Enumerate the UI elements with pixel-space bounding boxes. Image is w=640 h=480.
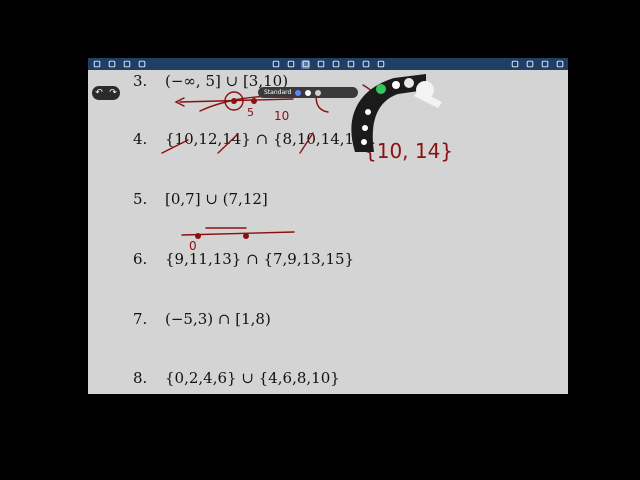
undo-icon[interactable]: ↶: [95, 88, 103, 98]
pen-color-blue[interactable]: [295, 89, 302, 96]
lasso-tool-icon[interactable]: [365, 109, 371, 115]
grid-icon[interactable]: [540, 60, 549, 69]
top-toolbar: [88, 58, 568, 70]
pen-color-gray[interactable]: [315, 89, 322, 96]
radial-tool-palette[interactable]: [330, 70, 450, 160]
undo-redo-pill: ↶ ↷: [92, 86, 120, 100]
redo-icon[interactable]: ↷: [109, 88, 117, 98]
eraser-tool-icon[interactable]: [362, 125, 368, 131]
highlighter-icon[interactable]: [301, 59, 310, 69]
toolbar-left-group: [88, 60, 150, 69]
worksheet-page[interactable]: 3. (−∞, 5] ∪ [3,10) 4. {10,12,14} ∩ {8,1…: [88, 70, 568, 394]
point-7-dot: [243, 233, 249, 239]
pen-style-label[interactable]: Standard: [264, 89, 291, 96]
strike-mark-4a: [161, 139, 189, 154]
toolbar-right-group: [506, 60, 568, 69]
pen-tool-icon[interactable]: [376, 84, 386, 94]
point-5-dot: [231, 98, 237, 104]
shapes-tool-icon[interactable]: [361, 139, 367, 145]
add-page-icon[interactable]: [525, 60, 534, 69]
image-icon[interactable]: [361, 60, 370, 69]
white-swatch-icon[interactable]: [392, 81, 400, 89]
eraser-icon[interactable]: [316, 60, 325, 69]
pen-icon[interactable]: [286, 60, 295, 69]
notes-app-window: 3. (−∞, 5] ∪ [3,10) 4. {10,12,14} ∩ {8,1…: [88, 58, 568, 394]
toolbar-tool-group: [267, 59, 389, 69]
export-icon[interactable]: [510, 60, 519, 69]
search-icon[interactable]: [107, 60, 116, 69]
handwritten-ink-layer: 10 5 0 {10, 14}: [161, 84, 453, 253]
strike-mark-4b: [217, 133, 239, 154]
sidebar-icon[interactable]: [92, 60, 101, 69]
lasso-icon[interactable]: [331, 60, 340, 69]
ink-label-10: 10: [274, 109, 289, 123]
more-icon[interactable]: [555, 60, 564, 69]
point-dot-3b: [251, 98, 257, 104]
strike-mark-4c: [299, 132, 314, 154]
bookmark-icon[interactable]: [137, 60, 146, 69]
shapes-icon[interactable]: [346, 60, 355, 69]
ink-label-5: 5: [247, 106, 254, 119]
ink-label-0: 0: [189, 239, 197, 253]
gray-swatch-icon[interactable]: [404, 78, 414, 88]
pages-icon[interactable]: [271, 60, 280, 69]
text-icon[interactable]: [376, 60, 385, 69]
share-icon[interactable]: [122, 60, 131, 69]
pen-color-white[interactable]: [305, 89, 312, 96]
